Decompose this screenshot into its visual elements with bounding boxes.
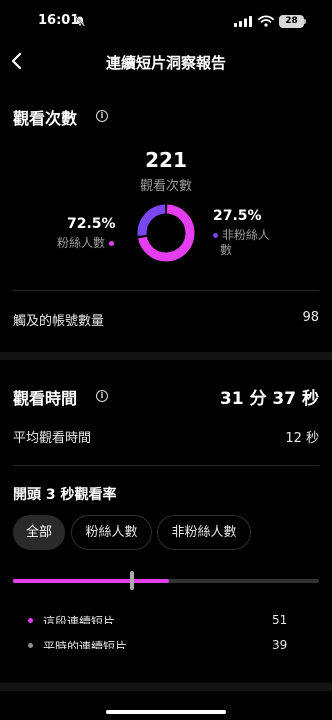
views-info-icon[interactable]: i: [96, 110, 108, 122]
avg-watch-time-value: 12 秒: [285, 431, 319, 446]
followers-legend: 粉絲人數: [57, 236, 114, 251]
retention-title: 開頭 3 秒觀看率: [13, 487, 117, 503]
followers-label: 粉絲人數: [57, 236, 106, 250]
retention-bar-track: [13, 579, 319, 583]
divider: [13, 465, 319, 466]
views-total: 221: [145, 148, 187, 172]
retention-bar-fill: [13, 579, 170, 583]
legend-label-this-reel: 這段連續短片: [43, 615, 116, 624]
legend-row-typical: 平時的連續短片 39: [0, 636, 332, 649]
reach-value: 98: [302, 310, 319, 325]
page-title: 連續短片洞察報告: [105, 54, 226, 72]
legend-value-typical: 39: [272, 638, 288, 649]
nav-bar: 連續短片洞察報告: [0, 44, 332, 80]
wifi-icon: [258, 15, 274, 27]
views-donut-chart: [137, 204, 195, 262]
cellular-signal-icon: [234, 16, 252, 27]
filter-chip-followers[interactable]: 粉絲人數: [71, 515, 152, 550]
watch-time-info-icon[interactable]: i: [96, 390, 108, 402]
section-divider: [0, 683, 332, 691]
divider: [13, 290, 319, 291]
filter-chip-non-followers[interactable]: 非粉絲人數: [157, 515, 251, 550]
legend-dot-typical: [28, 643, 33, 648]
legend-label-typical: 平時的連續短片: [43, 640, 128, 649]
section-divider: [0, 352, 332, 360]
non-followers-percent: 27.5%: [213, 208, 262, 224]
non-followers-label-line2: 數: [220, 243, 233, 257]
views-total-label: 觀看次數: [139, 179, 192, 194]
avg-watch-time-label: 平均觀看時間: [13, 431, 92, 446]
watch-time-total: 31 分 37 秒: [219, 389, 319, 409]
non-followers-legend: 非粉絲人 數: [213, 228, 270, 258]
home-indicator[interactable]: [106, 710, 226, 714]
followers-percent: 72.5%: [67, 216, 116, 232]
watch-time-section-title: 觀看時間: [13, 389, 78, 408]
followers-dot: [108, 241, 114, 246]
non-followers-dot: [213, 233, 218, 238]
filter-chip-all[interactable]: 全部: [13, 515, 65, 550]
typical-retention-marker: [130, 571, 135, 590]
non-followers-label-line1: 非粉絲人: [221, 228, 270, 242]
battery-indicator: 28: [279, 15, 304, 28]
legend-dot-this-reel: [28, 618, 33, 623]
legend-value-this-reel: 51: [272, 613, 288, 624]
reach-label: 觸及的帳號數量: [13, 314, 105, 329]
legend-row-this-reel: 這段連續短片 51: [0, 611, 332, 624]
battery-tip: [304, 19, 306, 24]
bell-muted-icon: [74, 15, 86, 27]
views-section-title: 觀看次數: [13, 109, 78, 128]
status-bar: 16:01 28: [0, 0, 332, 44]
